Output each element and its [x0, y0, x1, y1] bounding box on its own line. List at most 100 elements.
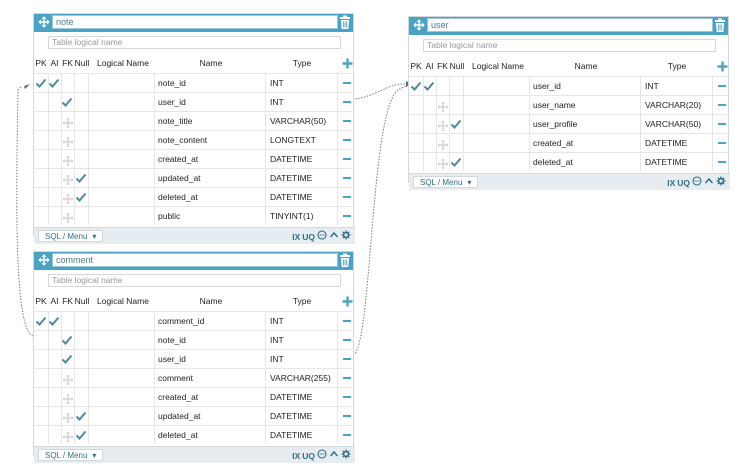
column-row[interactable]: user_id INT	[34, 92, 355, 111]
fk-unchecked-icon[interactable]	[62, 373, 74, 386]
remove-column-icon[interactable]	[718, 142, 726, 144]
remove-column-icon[interactable]	[343, 139, 351, 141]
move-icon[interactable]	[37, 16, 50, 29]
remove-column-icon[interactable]	[343, 82, 351, 84]
column-type[interactable]: VARCHAR(20)	[645, 96, 701, 114]
table-logical-name-input[interactable]: Table logical name	[423, 39, 716, 52]
column-type[interactable]: DATETIME	[270, 388, 312, 406]
pk-checked-icon[interactable]	[35, 77, 47, 89]
column-type[interactable]: DATETIME	[270, 188, 312, 206]
fk-unchecked-icon[interactable]	[437, 157, 449, 170]
column-row[interactable]: note_content LONGTEXT	[34, 130, 355, 149]
remove-column-icon[interactable]	[343, 120, 351, 122]
column-type[interactable]: DATETIME	[645, 134, 687, 152]
remove-column-icon[interactable]	[343, 320, 351, 322]
fk-unchecked-icon[interactable]	[437, 100, 449, 113]
column-name[interactable]: note_id	[158, 331, 186, 349]
table-note[interactable]: note Table logical name PK AI FK Null Logical …	[33, 13, 355, 244]
remove-column-icon[interactable]	[718, 104, 726, 106]
column-row[interactable]: deleted_at DATETIME	[34, 425, 355, 444]
table-logical-name-input[interactable]: Table logical name	[48, 36, 341, 49]
column-type[interactable]: DATETIME	[645, 153, 687, 171]
column-name[interactable]: user_id	[158, 93, 186, 111]
remove-column-icon[interactable]	[718, 161, 726, 163]
sql-menu-button[interactable]: SQL / Menu ▾	[38, 230, 104, 242]
ai-checked-icon[interactable]	[48, 77, 60, 89]
column-type[interactable]: INT	[645, 77, 659, 95]
column-type[interactable]: INT	[270, 74, 284, 92]
column-row[interactable]: note_id INT	[34, 330, 355, 349]
table-comment[interactable]: comment Table logical name PK AI FK Null Logic…	[33, 251, 355, 463]
unique-button[interactable]: UQ	[302, 232, 315, 242]
fk-checked-icon[interactable]	[61, 353, 73, 365]
column-row[interactable]: deleted_at DATETIME	[34, 187, 355, 206]
add-column-icon[interactable]	[717, 60, 728, 72]
ai-checked-icon[interactable]	[48, 315, 60, 327]
remove-column-icon[interactable]	[343, 158, 351, 160]
column-row[interactable]: note_id INT	[34, 73, 355, 92]
fk-unchecked-icon[interactable]	[62, 430, 74, 443]
remove-column-icon[interactable]	[343, 196, 351, 198]
column-name[interactable]: comment	[158, 369, 193, 387]
comment-icon[interactable]	[692, 176, 702, 188]
column-type[interactable]: DATETIME	[270, 407, 312, 425]
column-name[interactable]: deleted_at	[158, 426, 198, 444]
gear-icon[interactable]	[716, 176, 726, 188]
column-row[interactable]: created_at DATETIME	[34, 387, 355, 406]
remove-column-icon[interactable]	[343, 215, 351, 217]
fk-unchecked-icon[interactable]	[62, 173, 74, 186]
column-name[interactable]: deleted_at	[158, 188, 198, 206]
column-type[interactable]: INT	[270, 350, 284, 368]
column-row[interactable]: user_id INT	[34, 349, 355, 368]
fk-unchecked-icon[interactable]	[62, 154, 74, 167]
column-type[interactable]: DATETIME	[270, 169, 312, 187]
column-name[interactable]: note_id	[158, 74, 186, 92]
column-row[interactable]: note_title VARCHAR(50)	[34, 111, 355, 130]
gear-icon[interactable]	[341, 449, 351, 461]
null-checked-icon[interactable]	[75, 191, 87, 203]
column-name[interactable]: user_id	[158, 350, 186, 368]
column-name[interactable]: created_at	[533, 134, 573, 152]
column-name[interactable]: note_title	[158, 112, 193, 130]
trash-icon[interactable]	[714, 18, 726, 33]
column-name[interactable]: updated_at	[158, 169, 201, 187]
table-logical-name-input[interactable]: Table logical name	[48, 274, 341, 287]
remove-column-icon[interactable]	[343, 339, 351, 341]
fk-checked-icon[interactable]	[61, 96, 73, 108]
null-checked-icon[interactable]	[450, 118, 462, 130]
column-name[interactable]: deleted_at	[533, 153, 573, 171]
unique-button[interactable]: UQ	[677, 178, 690, 188]
column-row[interactable]: created_at DATETIME	[34, 149, 355, 168]
remove-column-icon[interactable]	[343, 415, 351, 417]
collapse-icon[interactable]	[329, 231, 339, 242]
column-type[interactable]: DATETIME	[270, 426, 312, 444]
fk-unchecked-icon[interactable]	[437, 119, 449, 132]
index-button[interactable]: IX	[667, 178, 675, 188]
column-name[interactable]: user_id	[533, 77, 561, 95]
column-name[interactable]: note_content	[158, 131, 207, 149]
column-name[interactable]: user_profile	[533, 115, 577, 133]
column-row[interactable]: created_at DATETIME	[409, 133, 730, 152]
table-name-input[interactable]: note	[52, 15, 338, 29]
column-type[interactable]: INT	[270, 331, 284, 349]
null-checked-icon[interactable]	[450, 156, 462, 168]
move-icon[interactable]	[412, 19, 425, 32]
comment-icon[interactable]	[317, 449, 327, 461]
column-type[interactable]: VARCHAR(255)	[270, 369, 331, 387]
fk-unchecked-icon[interactable]	[437, 138, 449, 151]
remove-column-icon[interactable]	[718, 85, 726, 87]
fk-unchecked-icon[interactable]	[62, 135, 74, 148]
add-column-icon[interactable]	[342, 57, 353, 69]
add-column-icon[interactable]	[342, 295, 353, 307]
column-type[interactable]: TINYINT(1)	[270, 207, 313, 225]
column-name[interactable]: public	[158, 207, 180, 225]
ai-checked-icon[interactable]	[423, 80, 435, 92]
trash-icon[interactable]	[339, 253, 351, 268]
column-row[interactable]: comment VARCHAR(255)	[34, 368, 355, 387]
column-name[interactable]: created_at	[158, 388, 198, 406]
table-name-input[interactable]: comment	[52, 253, 338, 267]
column-row[interactable]: public TINYINT(1)	[34, 206, 355, 225]
null-checked-icon[interactable]	[75, 410, 87, 422]
column-name[interactable]: created_at	[158, 150, 198, 168]
column-type[interactable]: INT	[270, 312, 284, 330]
